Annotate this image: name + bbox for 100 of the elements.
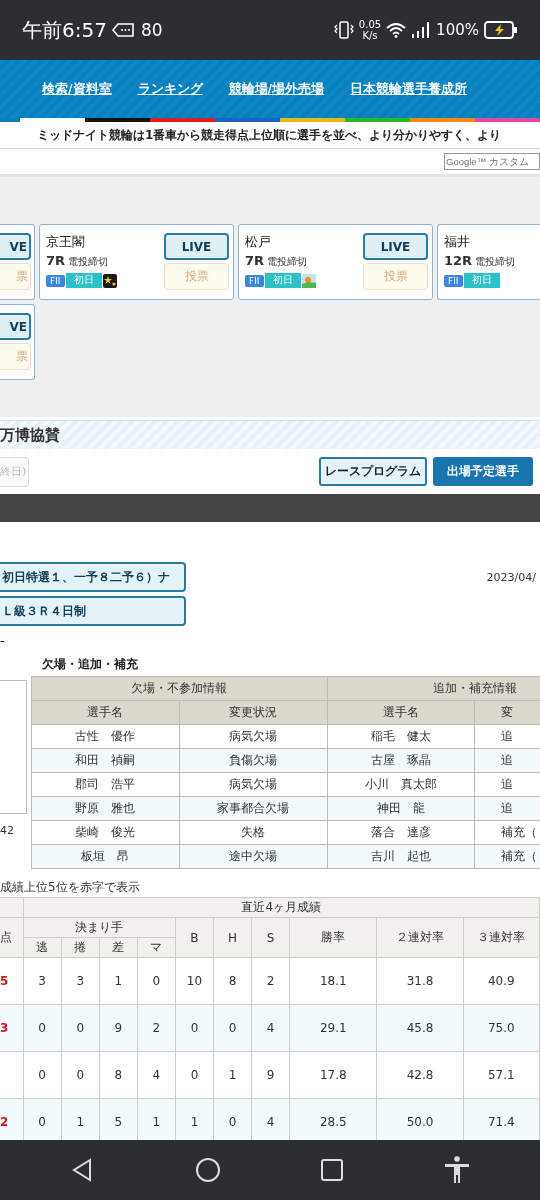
table-cell: 2: [251, 957, 290, 1005]
table-cell: 落合 達彦: [327, 820, 475, 845]
table-cell: 古屋 琢晶: [327, 748, 475, 773]
grade-badge: FII: [444, 274, 463, 287]
table-cell: 0: [61, 1004, 100, 1052]
nav-link[interactable]: ランキング: [137, 80, 203, 98]
table-cell: 0: [213, 1004, 252, 1052]
race-card[interactable]: 京王閣 7R 電投締切 FII 初日 LIVE 投票: [39, 224, 234, 300]
column-group-header: 追加・補充情報: [327, 676, 540, 701]
live-button[interactable]: LIVE: [164, 233, 229, 260]
column-header: S: [251, 917, 290, 958]
race-card[interactable]: 福井 12R 電投締切 FII 初日: [437, 224, 540, 300]
table-cell: 5: [0, 957, 24, 1005]
table-cell: 板垣 昂: [31, 844, 180, 869]
column-header: ３連対率: [463, 917, 540, 958]
nav-link[interactable]: 日本競輪選手養成所: [350, 80, 468, 98]
table-cell: 稲毛 健太: [327, 724, 475, 749]
accessibility-icon[interactable]: [443, 1156, 470, 1184]
table-cell: 9: [251, 1051, 290, 1099]
home-icon[interactable]: [194, 1157, 221, 1183]
table-cell: 40.9: [463, 957, 540, 1005]
table-cell: 柴崎 俊光: [31, 820, 180, 845]
table-cell: 57.1: [463, 1051, 540, 1099]
table-cell: 75.0: [463, 1004, 540, 1052]
recents-icon[interactable]: [321, 1159, 344, 1181]
vibrate-icon: [333, 21, 354, 39]
table-cell: 吉川 起也: [327, 844, 475, 869]
message-icon: [111, 23, 134, 37]
tab[interactable]: 出場予定選手: [433, 457, 533, 486]
table-cell: 和田 禎嗣: [31, 748, 180, 773]
grade-badge: FII: [46, 274, 65, 287]
wifi-icon: [386, 22, 407, 38]
table-cell: 0: [137, 957, 176, 1005]
race-number: 7R: [46, 253, 66, 268]
sun-landscape-icon: [301, 273, 316, 288]
column-group-header: 直近4ヶ月成績: [23, 897, 540, 918]
table-cell: 3: [0, 1004, 24, 1052]
race-grade-label: Ｌ級３Ｒ４日制: [0, 596, 186, 626]
venue-name: 松戸: [245, 233, 272, 251]
table-cell: 病気欠場: [179, 772, 327, 797]
column-header: 変更状況: [179, 700, 327, 725]
tab[interactable]: レースプログラム: [319, 457, 427, 486]
column-group-header: 欠場・不参加情報: [31, 676, 327, 701]
table-cell: 9: [99, 1004, 138, 1052]
day-badge: 初日: [65, 273, 102, 288]
race-card[interactable]: 松戸 7R 電投締切 FII 初日 LIVE 投票: [238, 224, 433, 300]
table-cell: 42.8: [376, 1051, 464, 1099]
venue-name: 京王閣: [46, 233, 86, 251]
live-button[interactable]: VE: [0, 233, 31, 260]
nav-link[interactable]: 競輪場/場外売場: [228, 80, 325, 98]
table-cell: 31.8: [376, 957, 464, 1005]
side-number: 42: [0, 824, 15, 837]
race-status: 電投締切: [68, 256, 109, 269]
table-cell: 0: [61, 1051, 100, 1099]
table-cell: 神田 龍: [327, 796, 475, 821]
network-speed: 0.05: [358, 19, 382, 30]
race-series-label: 初日特選１、一予８二予６）ナ: [0, 562, 186, 592]
table-cell: 3: [61, 957, 100, 1005]
table-cell: 18.1: [289, 957, 377, 1005]
day-badge: 初日: [463, 273, 500, 288]
table-cell: 途中欠場: [179, 844, 327, 869]
table-cell: 8: [213, 957, 252, 1005]
battery-charging-icon: [484, 21, 518, 39]
table-cell: 29.1: [289, 1004, 377, 1052]
table-cell: 17.8: [289, 1051, 377, 1099]
race-number: 7R: [245, 253, 265, 268]
race-status: 電投締切: [475, 256, 516, 269]
marquee-text: ミッドナイト競輪は1番車から競走得点上位順に選手を並べ、より分かりやすく、より: [37, 126, 502, 144]
table-cell: 小川 真太郎: [327, 772, 475, 797]
speed-unit: K/s: [362, 30, 378, 41]
live-button[interactable]: LIVE: [363, 233, 428, 260]
venue-name: 福井: [444, 233, 471, 251]
table-cell: 0: [23, 1004, 62, 1052]
dash-text: -: [0, 632, 5, 648]
table-cell: 0: [23, 1051, 62, 1099]
column-header: ２連対率: [376, 917, 464, 958]
search-field[interactable]: Google™ カスタム: [444, 153, 540, 170]
table-cell: 1: [213, 1051, 252, 1099]
table-cell: 野原 雅也: [31, 796, 180, 821]
column-header: 勝率: [289, 917, 377, 958]
table-cell: 家事都合欠場: [179, 796, 327, 821]
table-cell: 病気欠場: [179, 724, 327, 749]
table-cell: 負傷欠場: [179, 748, 327, 773]
table-cell: 0: [175, 1051, 214, 1099]
night-stars-icon: [102, 273, 117, 288]
table-cell: 8: [99, 1051, 138, 1099]
section-title: 万博協賛: [0, 425, 60, 445]
race-number: 12R: [444, 253, 473, 268]
note-text: 成績上位5位を赤字で表示: [0, 880, 140, 894]
table-cell: 10: [175, 957, 214, 1005]
live-button[interactable]: VE: [0, 313, 31, 340]
date-text: 2023/04/: [486, 570, 536, 584]
column-header: H: [213, 917, 252, 958]
grade-badge: FII: [245, 274, 264, 287]
table-cell: 2: [137, 1004, 176, 1052]
table-cell: 1: [99, 957, 138, 1005]
table-title: 欠場・追加・補充: [41, 655, 139, 673]
nav-link[interactable]: 検索/資料室: [42, 80, 112, 98]
table-cell: 失格: [179, 820, 327, 845]
day-badge: 初日: [264, 273, 301, 288]
